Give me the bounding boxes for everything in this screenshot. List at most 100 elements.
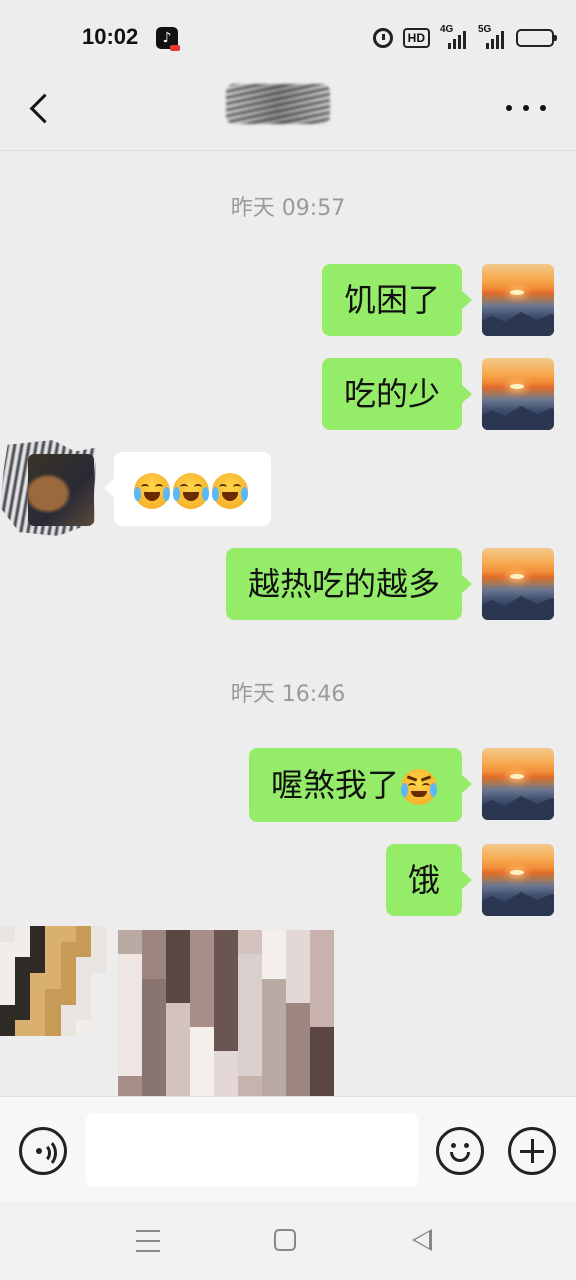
message-text: 喔煞我了 xyxy=(270,766,399,804)
voice-input-button[interactable] xyxy=(19,1127,67,1175)
pixel-block xyxy=(310,978,334,1003)
pixel-block xyxy=(238,930,262,955)
pixel-block xyxy=(91,989,106,1005)
my-avatar[interactable] xyxy=(482,748,554,820)
sent-message-bubble[interactable]: 饿 xyxy=(385,844,473,916)
pixel-block xyxy=(310,1027,334,1052)
pixel-block xyxy=(286,978,310,1003)
pixel-block xyxy=(238,1051,262,1076)
pixel-block xyxy=(142,1002,166,1028)
emoji-eye xyxy=(464,1143,469,1148)
more-dot xyxy=(523,105,529,111)
pixel-block xyxy=(75,973,91,989)
pixel-block xyxy=(214,930,238,955)
pixel-block xyxy=(262,1002,286,1028)
pixel-block xyxy=(60,957,76,974)
more-functions-button[interactable] xyxy=(508,1127,556,1175)
received-image-message[interactable] xyxy=(118,930,334,1096)
pixel-block xyxy=(142,930,166,955)
back-button[interactable] xyxy=(22,88,62,128)
pixel-block xyxy=(118,1075,142,1096)
pixel-block xyxy=(30,926,46,942)
voice-wave xyxy=(31,1138,57,1168)
pixel-block xyxy=(190,1027,214,1052)
pixel-block xyxy=(30,988,46,1005)
pixel-block xyxy=(262,1075,286,1096)
home-icon[interactable] xyxy=(274,1229,296,1251)
pixel-block xyxy=(60,1004,76,1021)
status-icons: HD 4G 5G xyxy=(372,24,557,50)
pixel-block xyxy=(286,954,310,979)
chat-area[interactable]: 昨天 09:57 饥困了 吃的少 越热吃的越多 昨天 16:46 喔煞我了 饿 xyxy=(0,150,576,1096)
pixel-block xyxy=(118,1051,142,1076)
more-dot xyxy=(540,105,546,111)
pixel-block xyxy=(166,954,190,979)
pixel-block xyxy=(30,1004,46,1021)
sent-message-bubble[interactable]: 吃的少 xyxy=(321,358,473,430)
emoji-button[interactable] xyxy=(436,1127,484,1175)
pixel-block xyxy=(238,1075,262,1096)
pixel-block xyxy=(190,1075,214,1096)
sent-message-bubble[interactable]: 饥困了 xyxy=(321,264,473,336)
menu-icon[interactable] xyxy=(136,1230,160,1252)
pixel-block xyxy=(118,930,142,955)
pixel-block xyxy=(118,978,142,1003)
my-avatar[interactable] xyxy=(482,844,554,916)
pixel-block xyxy=(286,1051,310,1076)
pixel-block xyxy=(310,1002,334,1028)
pixel-block xyxy=(60,926,76,942)
input-bar xyxy=(0,1096,576,1203)
avatar-photo xyxy=(28,454,94,526)
back-triangle-icon[interactable] xyxy=(412,1229,432,1251)
pixel-block xyxy=(15,988,31,1005)
pixel-block xyxy=(286,1002,310,1028)
pixel-block xyxy=(262,1027,286,1052)
hd-icon: HD xyxy=(402,28,430,48)
signal-4g-icon: 4G xyxy=(440,24,468,49)
pixel-block xyxy=(286,1075,310,1096)
pixel-block xyxy=(15,973,31,989)
friend-avatar[interactable] xyxy=(0,440,96,536)
signal-5g-icon: 5G xyxy=(478,24,506,49)
pixel-block xyxy=(30,1020,46,1036)
system-nav-bar xyxy=(0,1202,576,1280)
pixel-block xyxy=(166,1002,190,1028)
pixel-block xyxy=(45,926,61,942)
pixel-block xyxy=(166,1051,190,1076)
pixel-block xyxy=(238,954,262,979)
sent-message-bubble[interactable]: 喔煞我了 xyxy=(248,748,473,822)
pixel-block xyxy=(286,1027,310,1052)
pixel-block xyxy=(310,930,334,955)
pixel-block xyxy=(45,973,61,989)
status-bar: 10:02 ♪ HD 4G 5G xyxy=(0,0,576,76)
pixel-block xyxy=(190,954,214,979)
my-avatar[interactable] xyxy=(482,548,554,620)
friend-avatar[interactable] xyxy=(0,926,106,1036)
sent-message-bubble[interactable]: 越热吃的越多 xyxy=(225,548,473,620)
pixel-block xyxy=(60,941,76,958)
pixel-block xyxy=(310,954,334,979)
pixel-block xyxy=(75,1020,91,1036)
pixel-block xyxy=(166,1027,190,1052)
pixel-block xyxy=(238,1027,262,1052)
pixel-block xyxy=(214,954,238,979)
more-options-button[interactable] xyxy=(506,96,546,120)
pixel-block xyxy=(190,978,214,1003)
my-avatar[interactable] xyxy=(482,358,554,430)
pixel-block xyxy=(214,978,238,1003)
pixel-block xyxy=(262,930,286,955)
pixel-block xyxy=(238,978,262,1003)
pixel-block xyxy=(262,1051,286,1076)
contact-name-redacted[interactable] xyxy=(226,84,330,124)
pixel-block xyxy=(142,1027,166,1052)
pixel-block xyxy=(45,957,61,974)
message-input[interactable] xyxy=(86,1113,418,1187)
loudly-crying-emoji xyxy=(212,473,248,509)
pixel-block xyxy=(190,1051,214,1076)
my-avatar[interactable] xyxy=(482,264,554,336)
pixel-block xyxy=(166,978,190,1003)
received-message-bubble[interactable] xyxy=(104,452,271,526)
alarm-icon xyxy=(372,28,393,48)
pixel-block xyxy=(15,926,31,942)
pixel-block xyxy=(15,1020,31,1036)
